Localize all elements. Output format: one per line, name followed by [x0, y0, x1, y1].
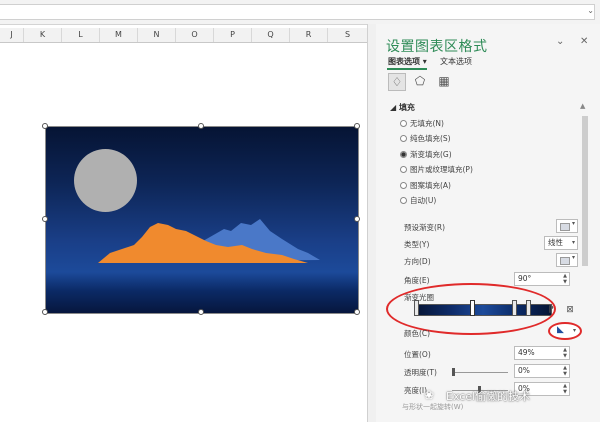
transparency-label: 透明度(T): [404, 368, 437, 377]
radio-icon: [400, 151, 407, 158]
col-header-n[interactable]: N: [138, 28, 176, 42]
radio-label: 无填充(N): [410, 119, 444, 128]
direction-label: 方向(D): [404, 257, 431, 266]
resize-handle-mr[interactable]: [354, 216, 360, 222]
resize-handle-bl[interactable]: [42, 309, 48, 315]
preset-gradient-button[interactable]: ▾: [556, 219, 578, 233]
position-label: 位置(O): [404, 350, 431, 359]
tab-text-options[interactable]: 文本选项: [440, 56, 472, 67]
radio-icon: [400, 120, 407, 127]
col-header-q[interactable]: Q: [252, 28, 290, 42]
resize-handle-br[interactable]: [354, 309, 360, 315]
col-header-k[interactable]: K: [24, 28, 62, 42]
radio-label: 渐变填充(G): [410, 150, 452, 159]
angle-value: 90°: [518, 274, 532, 283]
paint-bucket-icon: ◣: [557, 325, 564, 335]
radio-gradient-fill[interactable]: 渐变填充(G): [400, 149, 452, 161]
pane-splitter[interactable]: [367, 24, 376, 422]
pane-title: 设置图表区格式: [386, 39, 488, 55]
spin-arrows-icon: ▲ ▼: [563, 383, 567, 395]
radio-pattern-fill[interactable]: 图案填充(A): [400, 180, 451, 192]
col-header-p[interactable]: P: [214, 28, 252, 42]
section-fill[interactable]: ◢ 填充: [390, 102, 415, 113]
resize-handle-tc[interactable]: [198, 123, 204, 129]
mountain-shapes: [98, 219, 320, 263]
color-label: 颜色(C): [404, 329, 431, 338]
spin-arrows-icon: ▲ ▼: [563, 347, 567, 359]
watermark: Excel偷懒的技术: [446, 390, 531, 403]
swatch-icon: [560, 223, 570, 231]
pane-scrollbar[interactable]: ▲: [580, 102, 590, 422]
formula-bar: ⌄: [0, 0, 600, 25]
formula-input[interactable]: [0, 4, 595, 20]
remove-stop-icon[interactable]: ⊠: [564, 304, 576, 316]
col-header-m[interactable]: M: [100, 28, 138, 42]
radio-icon: [400, 166, 407, 173]
chevron-down-icon[interactable]: ⌄: [556, 36, 564, 47]
radio-icon: [400, 197, 407, 204]
radio-label: 纯色填充(S): [410, 134, 451, 143]
position-spinner[interactable]: 49% ▲ ▼: [514, 346, 570, 360]
chart-area[interactable]: [45, 126, 359, 314]
spin-arrows-icon: ▲ ▼: [563, 365, 567, 377]
radio-label: 图片或纹理填充(P): [410, 165, 473, 174]
angle-label: 角度(E): [404, 276, 430, 285]
column-header-row: J K L M N O P Q R S: [0, 28, 368, 43]
transparency-spinner[interactable]: 0% ▲ ▼: [514, 364, 570, 378]
swatch-icon: [560, 257, 570, 265]
radio-picture-fill[interactable]: 图片或纹理填充(P): [400, 164, 473, 176]
wechat-icon: ❀: [424, 388, 435, 402]
resize-handle-tr[interactable]: [354, 123, 360, 129]
type-label: 类型(Y): [404, 240, 430, 249]
radio-icon: [400, 182, 407, 189]
tab-chart-options[interactable]: 图表选项 ▾: [388, 56, 427, 67]
type-dropdown[interactable]: 线性 ▾: [544, 236, 578, 250]
color-picker-button[interactable]: ◣ ▾: [548, 322, 582, 340]
chevron-down-icon: ▾: [572, 327, 576, 334]
close-icon[interactable]: ✕: [580, 36, 588, 47]
size-properties-icon[interactable]: ▦: [436, 73, 452, 89]
radio-auto-fill[interactable]: 自动(U): [400, 195, 436, 207]
radio-no-fill[interactable]: 无填充(N): [400, 118, 444, 130]
position-value: 49%: [518, 348, 535, 357]
preset-gradient-label: 预设渐变(R): [404, 223, 446, 232]
scroll-thumb[interactable]: [582, 116, 588, 266]
radio-label: 图案填充(A): [410, 181, 451, 190]
resize-handle-ml[interactable]: [42, 216, 48, 222]
chevron-down-icon: ▾: [571, 220, 575, 227]
pentagon-icon[interactable]: ⬠: [412, 73, 428, 89]
chevron-down-icon[interactable]: ⌄: [587, 6, 594, 15]
transparency-value: 0%: [518, 366, 530, 375]
col-header-j[interactable]: J: [0, 28, 24, 42]
col-header-o[interactable]: O: [176, 28, 214, 42]
tab-active-indicator: [387, 68, 427, 70]
angle-spinner[interactable]: 90° ▲ ▼: [514, 272, 570, 286]
radio-solid-fill[interactable]: 纯色填充(S): [400, 133, 451, 145]
col-header-l[interactable]: L: [62, 28, 100, 42]
spin-arrows-icon: ▲ ▼: [563, 273, 567, 285]
chevron-down-icon: ▾: [571, 254, 575, 261]
type-value: 线性: [548, 238, 563, 247]
radio-label: 自动(U): [410, 196, 437, 205]
fill-bucket-icon[interactable]: ♢: [388, 73, 406, 91]
col-header-r[interactable]: R: [290, 28, 328, 42]
chevron-down-icon: ▾: [571, 239, 575, 246]
scroll-up-icon[interactable]: ▲: [580, 102, 585, 110]
radio-icon: [400, 135, 407, 142]
transparency-slider-knob[interactable]: [452, 368, 455, 376]
direction-button[interactable]: ▾: [556, 253, 578, 267]
transparency-slider[interactable]: [452, 372, 508, 373]
col-header-s[interactable]: S: [328, 28, 368, 42]
resize-handle-tl[interactable]: [42, 123, 48, 129]
resize-handle-bc[interactable]: [198, 309, 204, 315]
